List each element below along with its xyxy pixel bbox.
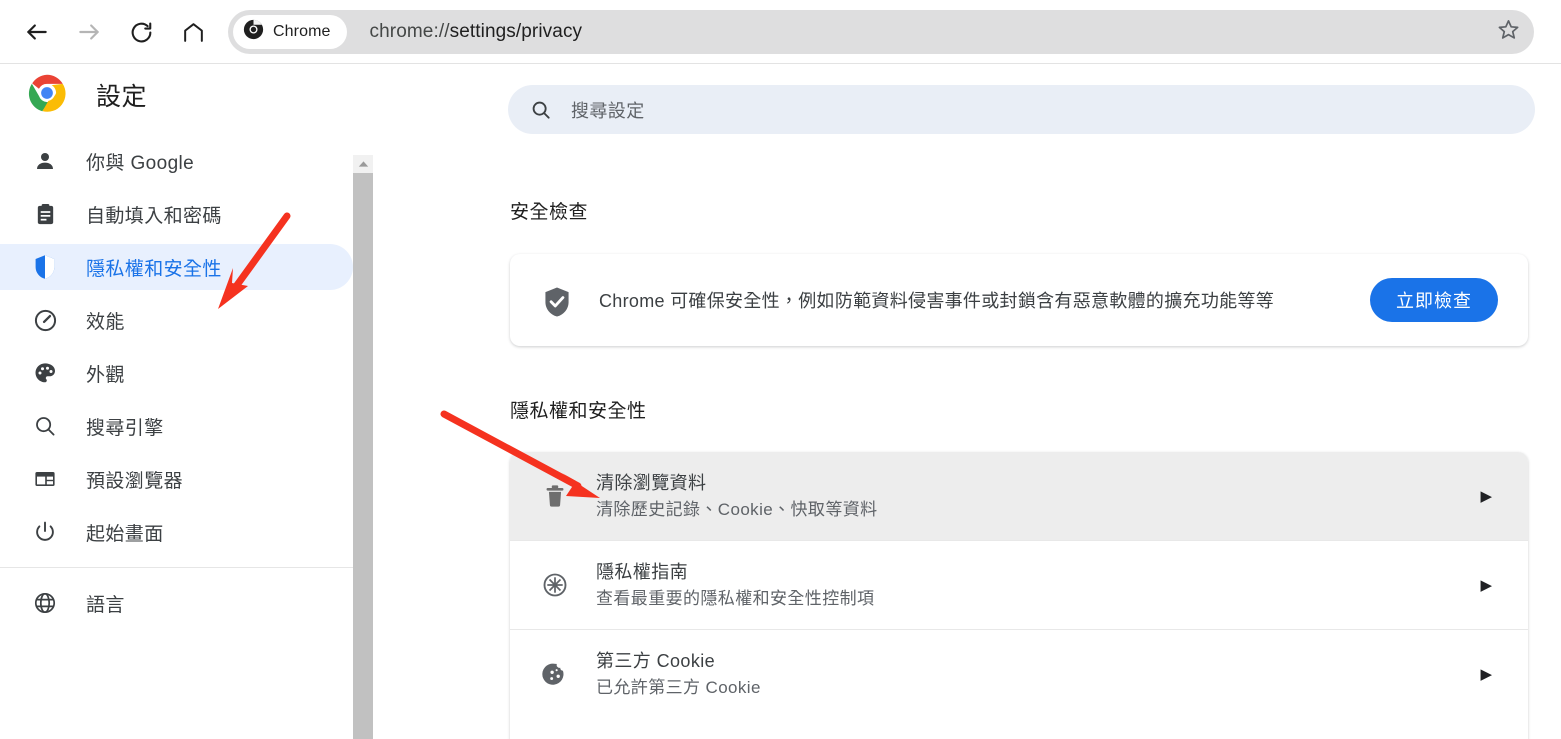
- shield-icon: [32, 254, 58, 280]
- browser-window-icon: [32, 466, 58, 492]
- sidebar-item-label: 效能: [86, 311, 125, 333]
- sidebar-item-privacy-security[interactable]: 隱私權和安全性: [0, 244, 353, 290]
- sidebar-item-search-engine[interactable]: 搜尋引擎: [0, 403, 353, 449]
- speedometer-icon: [32, 307, 58, 333]
- omnibox-chrome-chip[interactable]: Chrome: [233, 15, 347, 49]
- row-third-party-cookies[interactable]: 第三方 Cookie 已允許第三方 Cookie ▶: [510, 630, 1528, 718]
- sidebar-item-label: 搜尋引擎: [86, 417, 164, 439]
- clipboard-icon: [32, 201, 58, 227]
- sidebar-item-label: 外觀: [86, 364, 125, 386]
- address-bar[interactable]: Chrome chrome://settings/privacy: [228, 10, 1534, 54]
- arrow-right-icon: [76, 19, 102, 45]
- home-button[interactable]: [170, 9, 216, 55]
- sidebar-item-performance[interactable]: 效能: [0, 297, 353, 343]
- sidebar-item-on-startup[interactable]: 起始畫面: [0, 509, 353, 555]
- row-text: 清除瀏覽資料 清除歷史記錄、Cookie、快取等資料: [596, 470, 1480, 523]
- shield-check-icon: [542, 286, 570, 317]
- row-subtitle: 已允許第三方 Cookie: [596, 677, 761, 697]
- sidebar-item-autofill-passwords[interactable]: 自動填入和密碼: [0, 191, 353, 237]
- settings-title: 設定: [96, 83, 148, 111]
- omnibox-chip-label: Chrome: [273, 23, 331, 40]
- omnibox-url-path: settings/privacy: [449, 21, 583, 42]
- row-privacy-guide[interactable]: 隱私權指南 查看最重要的隱私權和安全性控制項 ▶: [510, 541, 1528, 629]
- omnibox-url-scheme: chrome://: [369, 21, 450, 42]
- globe-icon: [32, 590, 58, 616]
- omnibox-url: chrome://settings/privacy: [370, 21, 583, 43]
- check-now-button[interactable]: 立即檢查: [1370, 278, 1498, 322]
- back-button[interactable]: [14, 9, 60, 55]
- browser-toolbar: Chrome chrome://settings/privacy: [0, 0, 1561, 64]
- chevron-right-icon[interactable]: ▶: [1480, 578, 1492, 593]
- sidebar-scrollbar-thumb[interactable]: [353, 173, 373, 739]
- sidebar-item-label: 你與 Google: [86, 152, 195, 174]
- chevron-right-icon[interactable]: ▶: [1480, 667, 1492, 682]
- row-text: 第三方 Cookie 已允許第三方 Cookie: [596, 648, 1480, 701]
- sidebar-item-label: 語言: [86, 594, 125, 616]
- sidebar-nav: 你與 Google 自動填入和密碼 隱私權和安全性 效能 外觀 搜尋引擎 預設瀏…: [0, 138, 353, 626]
- reload-icon: [129, 20, 154, 45]
- chevron-right-icon[interactable]: ▶: [1480, 489, 1492, 504]
- arrow-left-icon: [24, 19, 50, 45]
- sidebar-item-you-and-google[interactable]: 你與 Google: [0, 138, 353, 184]
- caret-up-icon: [358, 155, 369, 173]
- search-input-placeholder: 搜尋設定: [571, 100, 645, 121]
- sidebar-item-label: 隱私權和安全性: [86, 258, 222, 280]
- bookmark-button[interactable]: [1490, 14, 1526, 50]
- chrome-logo-icon: [28, 74, 66, 117]
- palette-icon: [32, 360, 58, 386]
- power-icon: [32, 519, 58, 545]
- cookie-icon: [540, 659, 570, 689]
- safety-check-heading: 安全檢查: [510, 202, 589, 223]
- settings-brand: 設定: [0, 64, 353, 126]
- home-icon: [181, 20, 206, 45]
- privacy-guide-icon: [540, 570, 570, 600]
- safety-check-card: Chrome 可確保安全性，例如防範資料侵害事件或封鎖含有惡意軟體的擴充功能等等…: [510, 254, 1528, 346]
- row-title: 清除瀏覽資料: [596, 472, 707, 493]
- settings-sidebar: 設定 你與 Google 自動填入和密碼 隱私權和安全性 效能 外觀 搜尋引擎 …: [0, 64, 353, 739]
- settings-page: 設定 你與 Google 自動填入和密碼 隱私權和安全性 效能 外觀 搜尋引擎 …: [0, 64, 1561, 739]
- sidebar-item-languages[interactable]: 語言: [0, 580, 353, 626]
- row-title: 第三方 Cookie: [596, 650, 716, 671]
- sidebar-item-label: 預設瀏覽器: [86, 470, 184, 492]
- forward-button[interactable]: [66, 9, 112, 55]
- sidebar-item-label: 自動填入和密碼: [86, 205, 222, 227]
- row-subtitle: 清除歷史記錄、Cookie、快取等資料: [596, 499, 878, 519]
- sidebar-item-appearance[interactable]: 外觀: [0, 350, 353, 396]
- privacy-security-heading: 隱私權和安全性: [510, 401, 647, 422]
- settings-main: 搜尋設定 安全檢查 Chrome 可確保安全性，例如防範資料侵害事件或封鎖含有惡…: [374, 64, 1561, 739]
- row-clear-browsing-data[interactable]: 清除瀏覽資料 清除歷史記錄、Cookie、快取等資料 ▶: [510, 452, 1528, 540]
- browser-window: Chrome chrome://settings/privacy 設定 你與 G…: [0, 0, 1561, 739]
- sidebar-divider: [0, 567, 353, 568]
- reload-button[interactable]: [118, 9, 164, 55]
- sidebar-item-default-browser[interactable]: 預設瀏覽器: [0, 456, 353, 502]
- trash-icon: [540, 481, 570, 511]
- star-outline-icon: [1497, 18, 1520, 46]
- sidebar-scrollbar-up-button[interactable]: [353, 155, 373, 173]
- sidebar-item-label: 起始畫面: [86, 523, 164, 545]
- row-subtitle: 查看最重要的隱私權和安全性控制項: [596, 588, 875, 608]
- safety-check-description: Chrome 可確保安全性，例如防範資料侵害事件或封鎖含有惡意軟體的擴充功能等等: [599, 291, 1275, 311]
- chrome-logo-mono-icon: [243, 19, 264, 45]
- person-icon: [32, 148, 58, 174]
- search-icon: [530, 99, 552, 121]
- search-icon: [32, 413, 58, 439]
- privacy-security-card: 清除瀏覽資料 清除歷史記錄、Cookie、快取等資料 ▶ 隱私權指南 查看最重要…: [510, 452, 1528, 739]
- row-text: 隱私權指南 查看最重要的隱私權和安全性控制項: [596, 559, 1480, 612]
- row-title: 隱私權指南: [596, 561, 688, 582]
- search-settings-field[interactable]: 搜尋設定: [508, 85, 1535, 134]
